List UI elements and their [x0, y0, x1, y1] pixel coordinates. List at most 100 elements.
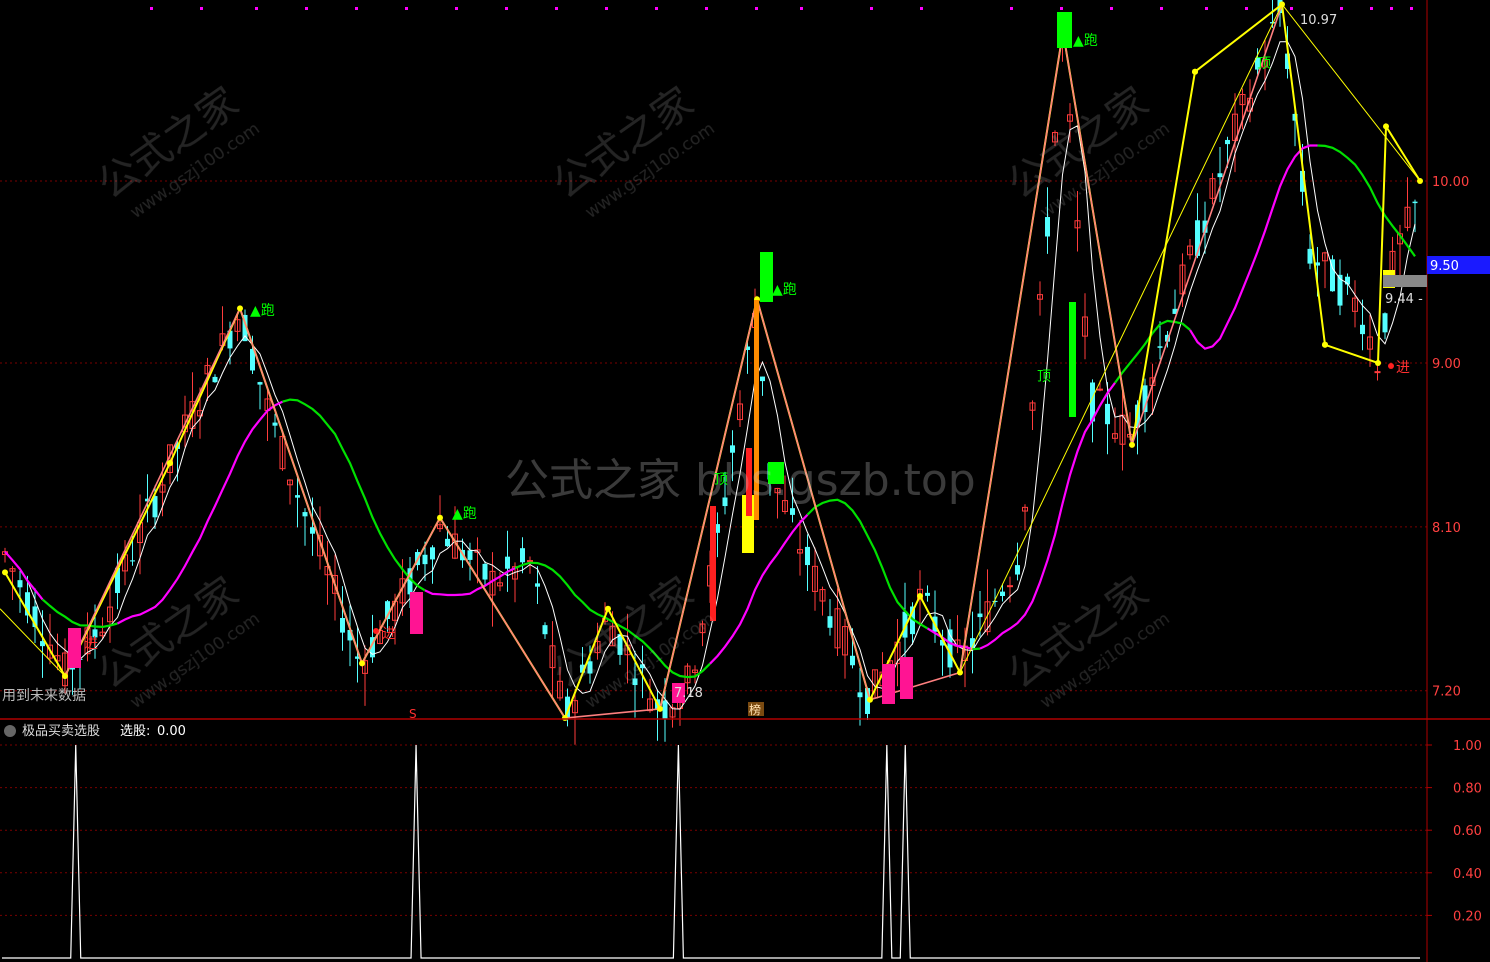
top-marker	[1110, 7, 1113, 10]
candle-body	[257, 382, 263, 385]
top-marker	[1060, 7, 1063, 10]
top-marker	[655, 7, 658, 10]
mid-label: 9.44 -	[1385, 292, 1423, 307]
zigzag-vertex	[917, 593, 923, 600]
enter-dot	[373, 628, 379, 634]
candle-body	[1105, 403, 1110, 425]
top-marker	[405, 7, 408, 10]
candle-body	[445, 538, 450, 547]
candle-body	[535, 583, 540, 587]
signal-block	[882, 664, 895, 704]
top-marker	[1340, 7, 1343, 10]
candle-body	[1000, 591, 1005, 597]
candle-body	[1097, 388, 1103, 391]
candle-body	[1412, 201, 1418, 204]
top-marker	[505, 7, 508, 10]
ma-long-line	[806, 498, 929, 630]
top-marker	[455, 7, 458, 10]
candle-body	[805, 546, 810, 566]
price-box-label: 9.50	[1430, 259, 1459, 274]
watermark-tile: 公式之家www.gszj100.com	[999, 79, 1173, 223]
s-tag: S	[409, 707, 417, 721]
enter-tag-3: 进	[1396, 360, 1410, 376]
watermark-center: 公式之家 bbs.gszb.top	[505, 455, 976, 506]
zigzag-vertex	[1375, 360, 1381, 366]
candle-body	[925, 592, 930, 596]
zigzag-vertex	[657, 705, 663, 712]
top-marker	[355, 7, 358, 10]
candle-body	[527, 560, 533, 563]
candle-body	[1374, 371, 1381, 374]
run-tag-2: ▲跑	[452, 506, 477, 522]
sub-panel	[0, 744, 1432, 959]
sub-series-line	[2, 744, 1420, 959]
ma-long-line	[709, 513, 809, 665]
candle-body	[857, 692, 863, 698]
top-marker	[150, 7, 153, 10]
ma-long-line	[41, 598, 118, 629]
watermark-tile: 公式之家www.gszj100.com	[89, 79, 263, 223]
ma-long-line	[972, 647, 981, 651]
ma-long-line	[4, 550, 44, 601]
candle-body	[542, 625, 548, 635]
candle-body	[130, 560, 135, 562]
candle-body	[17, 580, 23, 588]
candle-body	[1015, 565, 1020, 575]
watermark: 公式之家 bbs.gszb.top	[505, 455, 976, 506]
watermark-tile: 公式之家www.gszj100.com	[999, 569, 1173, 713]
candle-body	[302, 512, 308, 517]
bang-tag: 榜	[749, 702, 761, 717]
top-tag-3: 顶	[1257, 56, 1271, 72]
zigzag-vertex	[867, 696, 873, 703]
price-box-shadow	[1383, 275, 1427, 287]
zigzag-vertex	[1129, 441, 1135, 448]
candle-body	[482, 563, 488, 580]
candle-body	[790, 508, 795, 515]
top-marker	[705, 7, 708, 10]
zigzag-vertex	[1322, 341, 1328, 348]
series-value: 0.00	[157, 724, 186, 739]
collapse-icon[interactable]	[4, 725, 16, 737]
zigzag-vertex	[1383, 123, 1389, 130]
high-label: 10.97	[1300, 13, 1337, 28]
series-colon: :	[146, 724, 150, 739]
y-tick-label: 8.10	[1432, 521, 1461, 536]
top-marker	[1010, 7, 1013, 10]
watermark-tile: 公式之家www.gszj100.com	[544, 79, 718, 223]
candle-body	[310, 527, 315, 534]
top-marker	[605, 7, 608, 10]
top-tag-1: 顶	[714, 472, 728, 488]
candle-body	[827, 616, 833, 628]
zigzag-vertex	[437, 514, 443, 521]
top-tag-2: 顶	[1037, 369, 1051, 385]
run-tag-4: ▲跑	[1073, 33, 1098, 49]
signal-block	[900, 657, 913, 699]
top-marker	[1160, 7, 1163, 10]
run-tag-1: ▲跑	[250, 303, 275, 319]
indicator-name: 极品买卖选股	[22, 724, 100, 739]
series-label: 选股	[120, 724, 146, 739]
top-marker	[555, 7, 558, 10]
candle-body	[422, 554, 428, 565]
candle-body	[1307, 248, 1313, 264]
zigzag-vertex	[62, 673, 68, 680]
candle-body	[1217, 173, 1223, 178]
candle-body	[340, 617, 345, 633]
zigzag-vertex	[167, 460, 173, 467]
zigzag-vertex	[2, 569, 8, 576]
top-marker	[870, 7, 873, 10]
sub-panel-header: 极品买卖选股 选股 : 0.00	[4, 724, 186, 739]
candle-body	[430, 547, 435, 560]
zigzag-vertex	[1279, 1, 1285, 8]
run-tag-3: ▲跑	[772, 282, 797, 298]
future-data-label: 用到未来数据	[2, 688, 86, 704]
signal-block	[710, 506, 716, 621]
top-marker	[1290, 7, 1293, 10]
top-marker	[1205, 7, 1208, 10]
candle-body	[850, 655, 855, 666]
sub-y-tick-label: 0.80	[1453, 782, 1482, 797]
watermark-tiles: 公式之家www.gszj100.com 公式之家www.gszj100.com 公式…	[89, 79, 1173, 713]
top-marker	[920, 7, 923, 10]
enter-dot	[1388, 363, 1394, 369]
top-marker	[1390, 7, 1393, 10]
